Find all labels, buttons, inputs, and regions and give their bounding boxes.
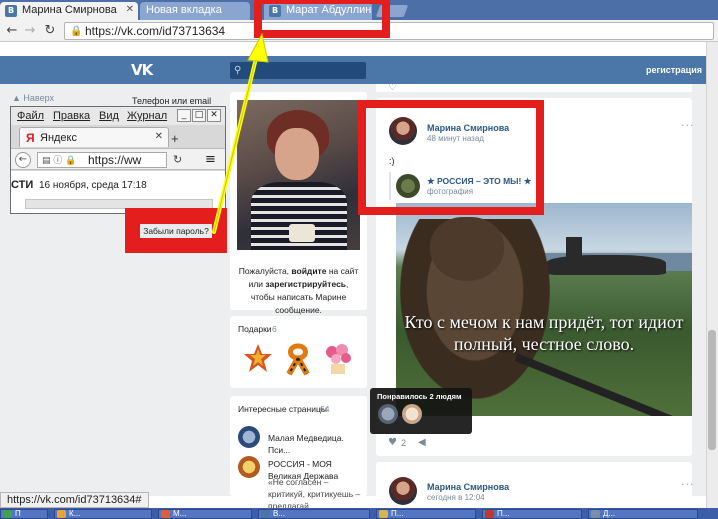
annotation-arrow bbox=[212, 32, 269, 234]
